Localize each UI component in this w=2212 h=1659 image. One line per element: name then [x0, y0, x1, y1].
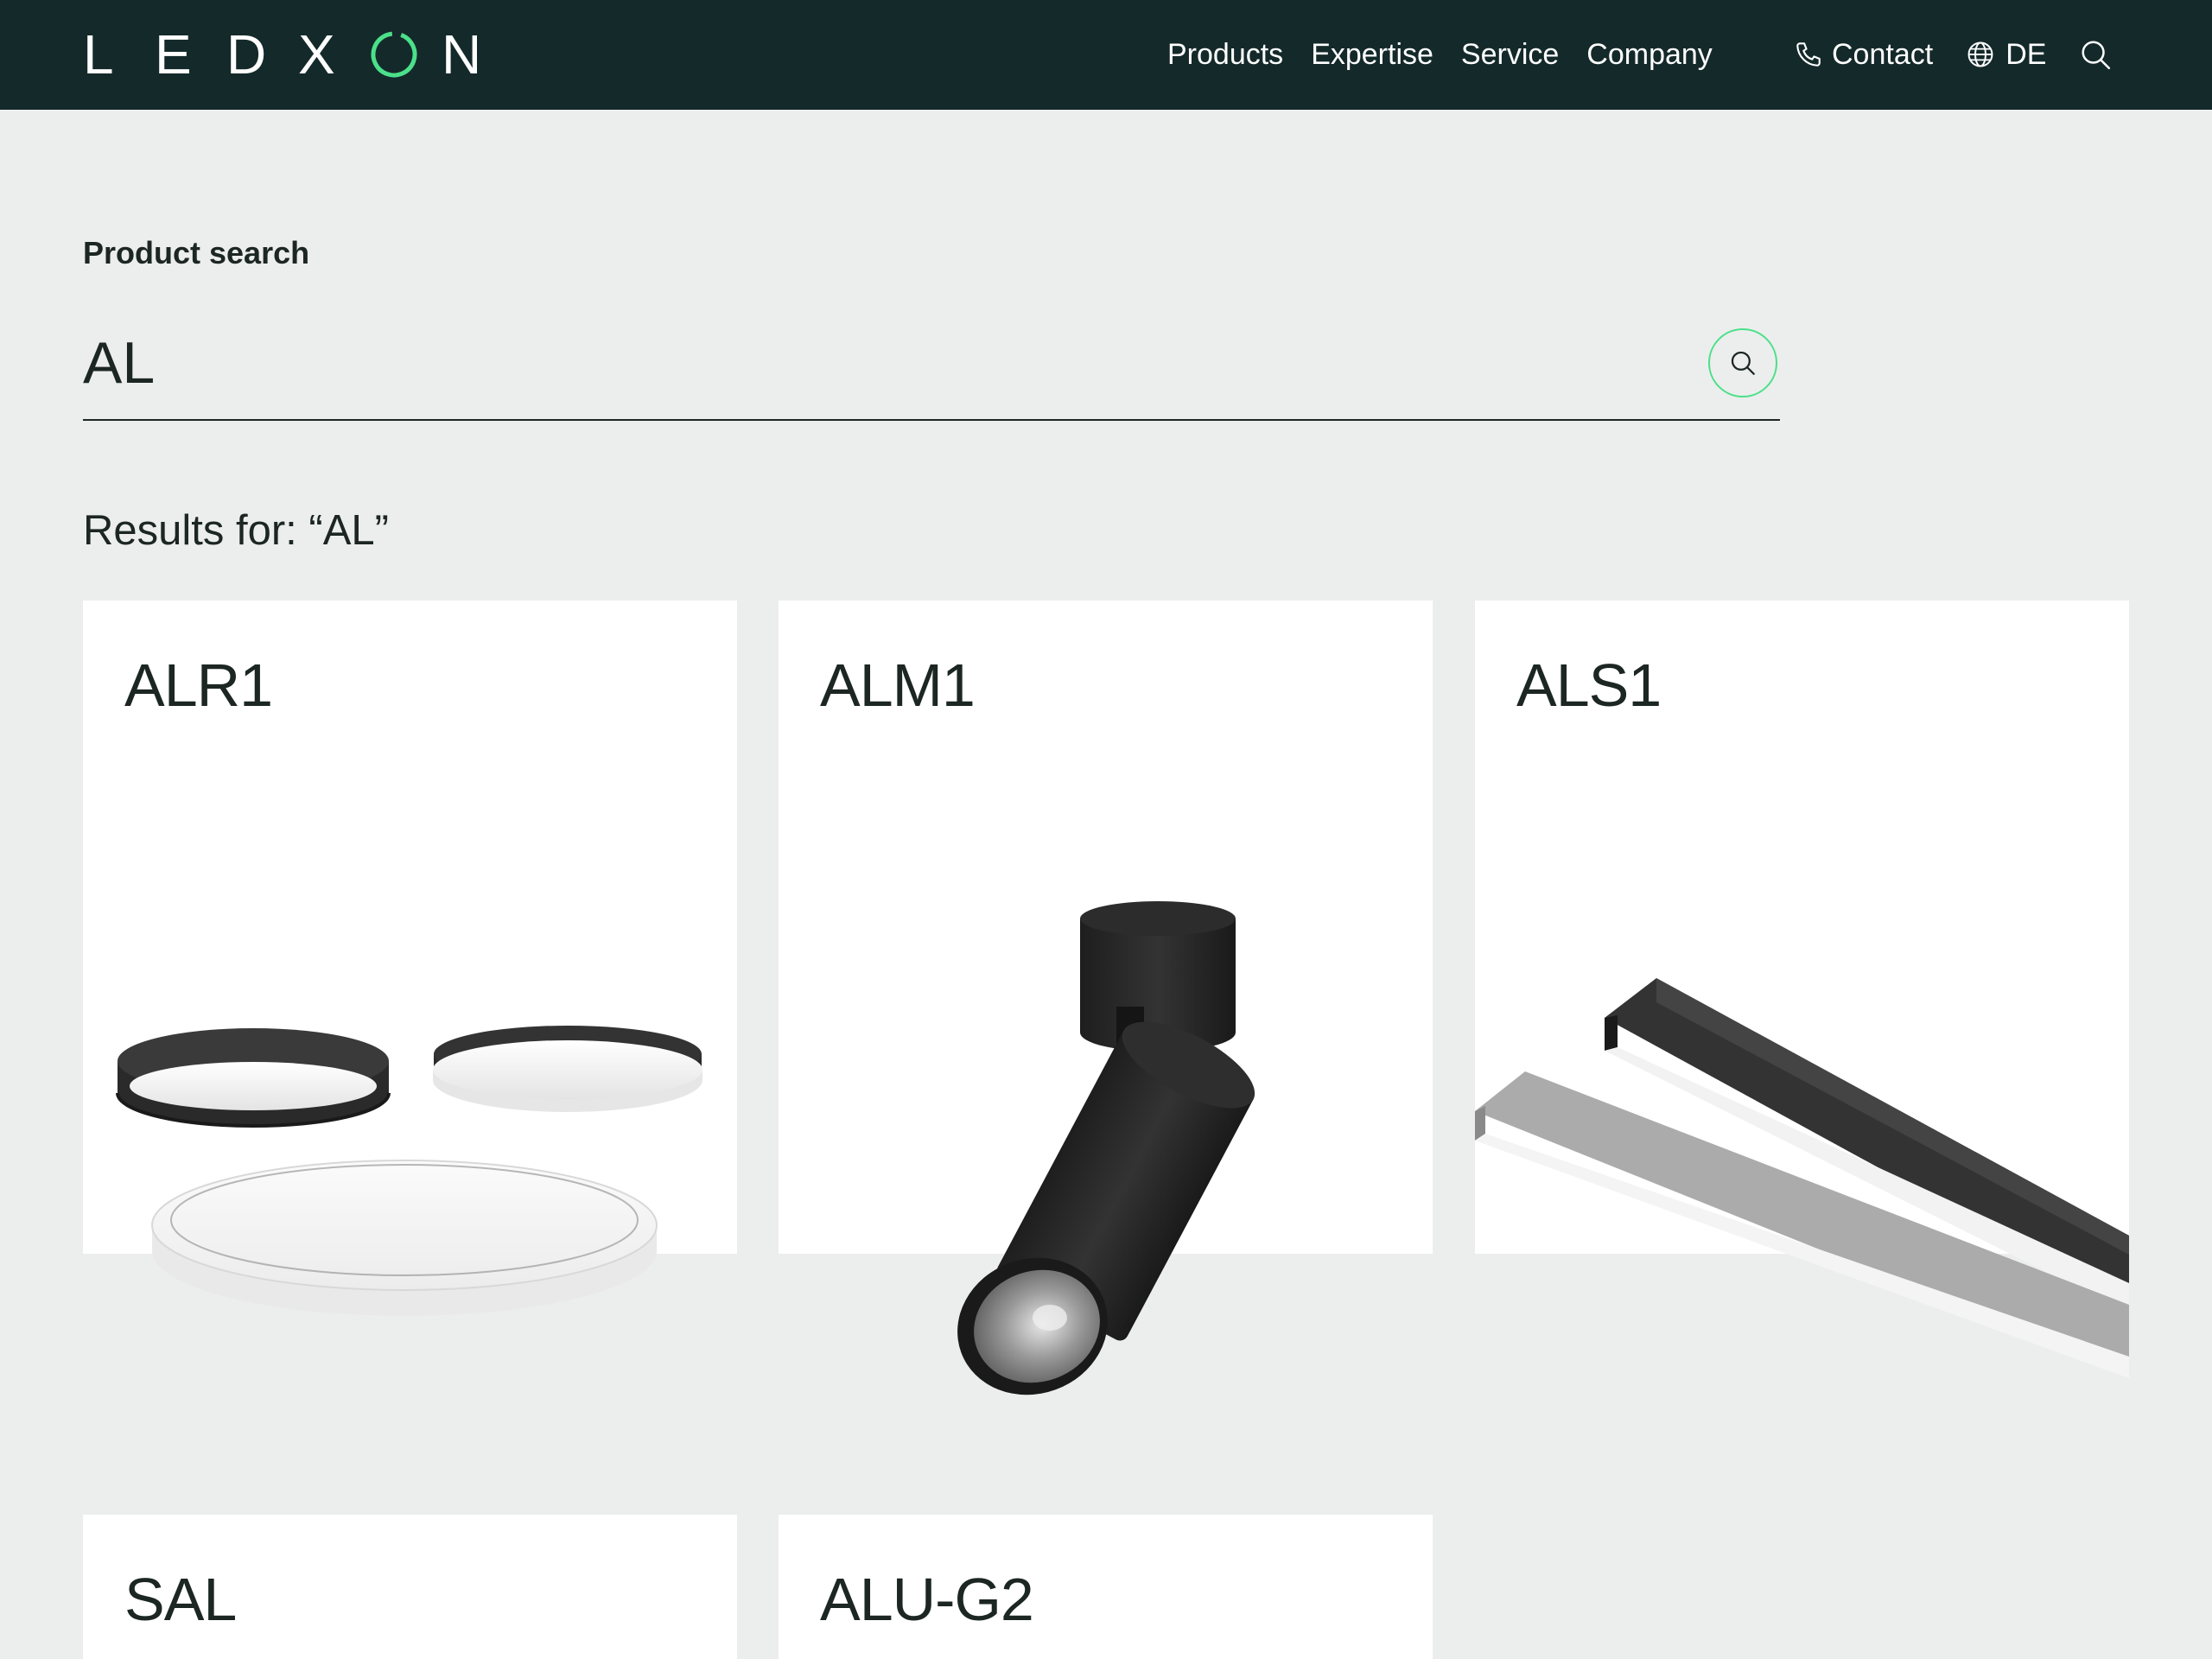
header-utilities: Contact DE — [1794, 33, 2112, 76]
logo-ring-o — [371, 31, 417, 78]
product-name: ALM1 — [820, 652, 976, 719]
logo-letter: D — [226, 23, 267, 86]
results-heading: Results for: “AL” — [83, 507, 389, 554]
nav-expertise[interactable]: Expertise — [1311, 33, 1433, 76]
nav-company[interactable]: Company — [1586, 33, 1713, 76]
product-name: SAL — [124, 1566, 237, 1633]
language-label: DE — [2005, 38, 2047, 71]
logo-letter: L — [83, 23, 114, 86]
ledxon-logo[interactable]: L E D X N — [83, 26, 513, 83]
logo-letter: N — [442, 23, 482, 86]
language-switch[interactable]: DE — [1966, 33, 2046, 76]
logo-letter: X — [298, 23, 335, 86]
nav-products[interactable]: Products — [1167, 33, 1283, 76]
als1-product-image — [1475, 978, 2129, 1378]
globe-icon — [1967, 41, 1993, 67]
product-name: ALR1 — [124, 652, 273, 719]
alm1-product-image — [957, 901, 1255, 1395]
search-submit-button[interactable] — [1708, 328, 1777, 397]
product-name: ALU-G2 — [820, 1566, 1034, 1633]
product-card-sal[interactable]: SAL — [83, 1515, 737, 1659]
nav-service[interactable]: Service — [1461, 33, 1559, 76]
product-name: ALS1 — [1516, 652, 1662, 719]
contact-link[interactable]: Contact — [1794, 33, 1933, 76]
phone-icon — [1796, 42, 1821, 67]
header-search-button[interactable] — [2079, 38, 2112, 71]
search-icon — [1731, 351, 1755, 375]
alr1-product-image — [116, 1026, 702, 1316]
logo-letter: E — [155, 23, 192, 86]
product-card-alu-g2[interactable]: ALU-G2 — [779, 1515, 1433, 1659]
product-search-input[interactable] — [83, 321, 1664, 404]
main-nav: Products Expertise Service Company — [1167, 33, 1713, 76]
product-search-label: Product search — [83, 235, 310, 270]
site-header: L E D X N Products Expertise Service Com… — [0, 0, 2212, 110]
contact-label: Contact — [1832, 38, 1934, 71]
search-icon — [2082, 41, 2111, 70]
search-underline — [83, 419, 1780, 421]
